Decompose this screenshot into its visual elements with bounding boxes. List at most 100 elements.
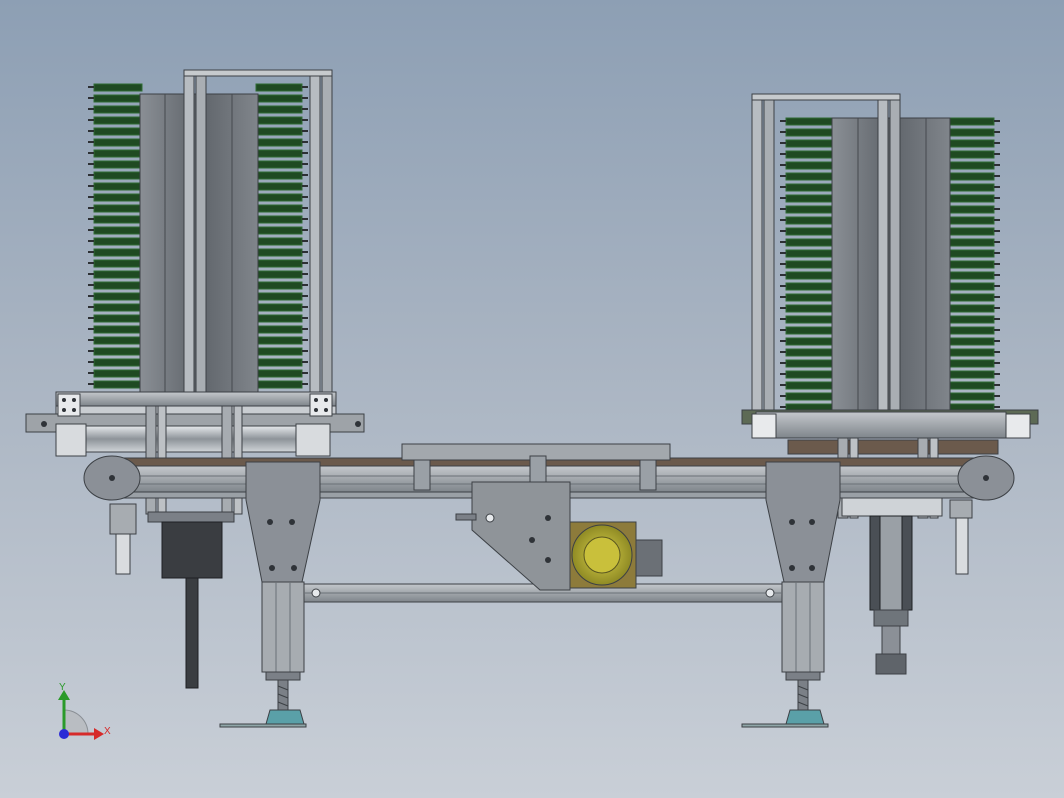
pcb-board xyxy=(785,293,835,302)
pcb-board-edge xyxy=(994,241,1000,243)
left-magazine-top-bar xyxy=(183,69,333,77)
pcb-board xyxy=(93,138,143,147)
pcb-board-edge xyxy=(302,383,308,385)
pcb-board xyxy=(947,392,995,401)
pcb-board xyxy=(947,271,995,280)
pcb-board-edge xyxy=(88,273,94,275)
pcb-board xyxy=(93,127,143,136)
pcb-board xyxy=(947,293,995,302)
pcb-board xyxy=(255,369,303,378)
pcb-board-edge xyxy=(88,152,94,154)
pcb-board xyxy=(93,292,143,301)
pcb-board-edge xyxy=(88,229,94,231)
pcb-board-edge xyxy=(994,329,1000,331)
pcb-board xyxy=(785,359,835,368)
pcb-board xyxy=(947,194,995,203)
right-foot xyxy=(785,709,825,725)
pcb-board-edge xyxy=(302,306,308,308)
pcb-board xyxy=(93,314,143,323)
pcb-board-edge xyxy=(780,197,786,199)
pcb-board xyxy=(255,215,303,224)
pcb-board-edge xyxy=(302,119,308,121)
cad-viewport[interactable]: Y X xyxy=(0,0,1064,798)
pcb-board xyxy=(947,172,995,181)
right-magazine xyxy=(741,93,1039,519)
pcb-board-edge xyxy=(780,285,786,287)
pcb-board-edge xyxy=(302,284,308,286)
pcb-board-edge xyxy=(88,218,94,220)
pcb-board xyxy=(947,183,995,192)
pcb-board-edge xyxy=(994,296,1000,298)
pcb-board xyxy=(255,314,303,323)
pcb-board-edge xyxy=(994,219,1000,221)
pcb-board xyxy=(255,325,303,334)
pcb-board-edge xyxy=(88,306,94,308)
pcb-board-edge xyxy=(994,307,1000,309)
pcb-board xyxy=(785,117,835,126)
pcb-board-edge xyxy=(780,175,786,177)
pcb-board xyxy=(255,270,303,279)
pcb-board xyxy=(93,94,143,103)
pcb-board-edge xyxy=(302,317,308,319)
pcb-board xyxy=(93,380,143,389)
left-magazine-upright-2 xyxy=(195,71,207,396)
pcb-board-edge xyxy=(302,152,308,154)
pcb-board xyxy=(93,325,143,334)
pcb-board-edge xyxy=(302,218,308,220)
pcb-board xyxy=(255,347,303,356)
pcb-board-edge xyxy=(780,384,786,386)
pcb-board-edge xyxy=(780,318,786,320)
drive-bracket xyxy=(471,481,571,591)
pcb-board-edge xyxy=(994,373,1000,375)
y-axis-label: Y xyxy=(59,682,66,693)
pcb-board-edge xyxy=(780,406,786,408)
pcb-board xyxy=(785,183,835,192)
pcb-board-edge xyxy=(302,372,308,374)
pcb-board-edge xyxy=(780,340,786,342)
pcb-board-edge xyxy=(88,174,94,176)
pcb-board xyxy=(255,116,303,125)
pcb-board xyxy=(255,193,303,202)
pcb-board-edge xyxy=(780,219,786,221)
pcb-board xyxy=(93,182,143,191)
pcb-board xyxy=(947,205,995,214)
pcb-board-edge xyxy=(302,163,308,165)
pcb-board-edge xyxy=(88,196,94,198)
pcb-board xyxy=(785,238,835,247)
pcb-board xyxy=(255,358,303,367)
pcb-board-edge xyxy=(302,185,308,187)
pcb-board-edge xyxy=(994,230,1000,232)
pcb-board xyxy=(785,194,835,203)
pcb-board-edge xyxy=(302,141,308,143)
pcb-board-edge xyxy=(780,373,786,375)
pcb-board xyxy=(93,369,143,378)
pcb-board-edge xyxy=(88,163,94,165)
pcb-board-edge xyxy=(780,274,786,276)
pcb-board xyxy=(255,248,303,257)
pcb-board xyxy=(785,381,835,390)
pcb-board-edge xyxy=(302,295,308,297)
pcb-board xyxy=(93,270,143,279)
pcb-board xyxy=(785,205,835,214)
pcb-board-edge xyxy=(88,119,94,121)
pcb-board xyxy=(255,259,303,268)
coordinate-triad: Y X xyxy=(58,682,111,740)
left-magazine-upright-3 xyxy=(309,71,321,396)
pcb-board-edge xyxy=(994,197,1000,199)
pcb-board-edge xyxy=(302,350,308,352)
pcb-board-edge xyxy=(994,362,1000,364)
pcb-board-edge xyxy=(780,241,786,243)
pcb-board xyxy=(785,227,835,236)
pcb-board-edge xyxy=(302,130,308,132)
left-magazine-upright-1 xyxy=(183,71,195,396)
pcb-board xyxy=(93,248,143,257)
pcb-board xyxy=(785,161,835,170)
pcb-board-edge xyxy=(302,108,308,110)
left-lift-motor xyxy=(109,503,235,689)
pcb-board xyxy=(93,83,143,92)
pcb-board-edge xyxy=(994,351,1000,353)
pcb-board-edge xyxy=(88,141,94,143)
pcb-board xyxy=(947,249,995,258)
pcb-board xyxy=(93,303,143,312)
pcb-board xyxy=(255,105,303,114)
